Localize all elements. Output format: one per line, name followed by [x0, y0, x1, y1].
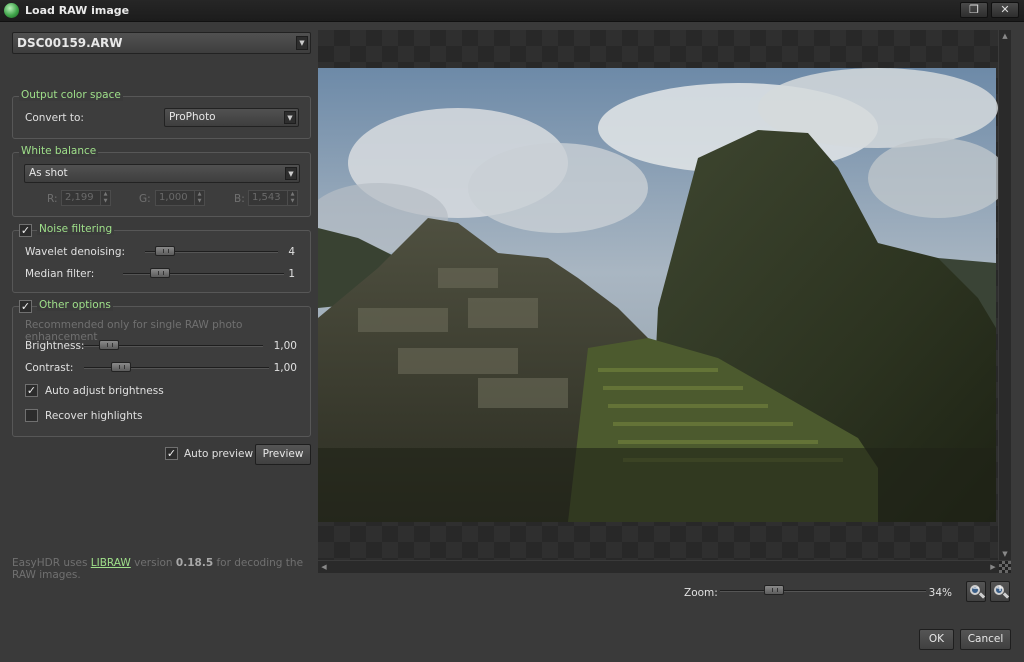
b-value: 1,543 — [252, 192, 281, 203]
scroll-down-icon[interactable]: ▼ — [999, 548, 1011, 560]
white-balance-title: White balance — [19, 145, 99, 157]
preview-horizontal-scrollbar[interactable]: ◀ ▶ — [318, 561, 999, 573]
spin-arrows-icon: ▲ ▼ — [194, 191, 204, 205]
chevron-down-icon: ▼ — [296, 36, 308, 50]
convert-to-label: Convert to: — [25, 112, 84, 124]
auto-adjust-brightness-checkbox[interactable]: ✓ — [25, 384, 38, 397]
other-options-checkbox[interactable]: ✓ — [19, 300, 32, 313]
median-filter-label: Median filter: — [25, 268, 95, 280]
restore-window-button[interactable]: ❐ — [960, 2, 988, 18]
spin-arrows-icon: ▲ ▼ — [287, 191, 297, 205]
color-space-value: ProPhoto — [169, 111, 216, 123]
zoom-label: Zoom: — [684, 587, 718, 599]
recover-highlights-checkbox[interactable] — [25, 409, 38, 422]
scroll-right-icon[interactable]: ▶ — [987, 561, 999, 573]
libraw-note: EasyHDR uses LIBRAW version 0.18.5 for d… — [12, 557, 304, 581]
scroll-left-icon[interactable]: ◀ — [318, 561, 330, 573]
preview-photo — [318, 68, 998, 522]
wavelet-denoising-slider[interactable] — [145, 246, 278, 256]
preview-button[interactable]: Preview — [255, 444, 311, 465]
auto-preview-checkbox[interactable]: ✓ — [165, 447, 178, 460]
libraw-version: 0.18.5 — [175, 557, 214, 569]
zoom-slider-thumb[interactable] — [764, 585, 784, 595]
b-spinbox[interactable]: 1,543 ▲ ▼ — [248, 190, 298, 206]
zoom-slider[interactable] — [720, 585, 926, 595]
other-options-group: ✓ Other options Recommended only for sin… — [12, 299, 311, 437]
zoom-value: 34% — [928, 587, 952, 599]
output-color-space-title: Output color space — [19, 89, 123, 101]
recover-highlights-label[interactable]: Recover highlights — [45, 410, 142, 422]
white-balance-mode-select[interactable]: As shot ▼ — [24, 164, 300, 183]
scroll-up-icon[interactable]: ▲ — [999, 30, 1011, 42]
noise-filtering-group: ✓ Noise filtering Wavelet denoising: 4 M… — [12, 223, 311, 293]
libraw-link[interactable]: LIBRAW — [91, 557, 131, 569]
color-space-select[interactable]: ProPhoto ▼ — [164, 108, 299, 127]
contrast-label: Contrast: — [25, 362, 74, 374]
resize-grip-icon[interactable] — [999, 561, 1011, 573]
white-balance-mode-value: As shot — [29, 167, 68, 179]
g-spinbox[interactable]: 1,000 ▲ ▼ — [155, 190, 205, 206]
image-preview-area[interactable] — [318, 30, 998, 560]
app-logo-icon — [4, 3, 19, 18]
close-window-button[interactable]: ✕ — [991, 2, 1019, 18]
r-spinbox[interactable]: 2,199 ▲ ▼ — [61, 190, 111, 206]
chevron-down-icon: ▼ — [284, 111, 296, 124]
brightness-slider[interactable] — [84, 340, 263, 350]
ok-button[interactable]: OK — [919, 629, 954, 650]
g-label: G: — [139, 193, 151, 205]
contrast-thumb[interactable] — [111, 362, 131, 372]
median-filter-thumb[interactable] — [150, 268, 170, 278]
preview-vertical-scrollbar[interactable]: ▲ ▼ — [999, 30, 1011, 560]
brightness-label: Brightness: — [25, 340, 85, 352]
title-bar: Load RAW image ❐ ✕ — [0, 0, 1024, 22]
wavelet-denoising-label: Wavelet denoising: — [25, 246, 126, 258]
auto-preview-label[interactable]: Auto preview — [184, 448, 253, 460]
window-title: Load RAW image — [25, 4, 130, 17]
noise-filtering-checkbox[interactable]: ✓ — [19, 224, 32, 237]
white-balance-group: White balance As shot ▼ R: 2,199 ▲ ▼ G: 1… — [12, 145, 311, 217]
median-filter-slider[interactable] — [123, 268, 284, 278]
wavelet-denoising-value: 4 — [288, 246, 295, 258]
noise-filtering-title: Noise filtering — [37, 223, 115, 235]
zoom-in-button[interactable]: + — [990, 581, 1010, 602]
output-color-space-group: Output color space Convert to: ProPhoto … — [12, 89, 311, 139]
b-label: B: — [234, 193, 245, 205]
median-filter-value: 1 — [288, 268, 295, 280]
auto-adjust-brightness-label[interactable]: Auto adjust brightness — [45, 385, 164, 397]
zoom-out-button[interactable]: − — [966, 581, 986, 602]
chevron-down-icon: ▼ — [285, 167, 297, 180]
r-value: 2,199 — [65, 192, 94, 203]
file-select[interactable]: DSC00159.ARW ▼ — [12, 32, 311, 54]
r-label: R: — [47, 193, 58, 205]
cancel-button[interactable]: Cancel — [960, 629, 1011, 650]
other-options-title: Other options — [37, 299, 113, 311]
spin-arrows-icon: ▲ ▼ — [100, 191, 110, 205]
brightness-value: 1,00 — [273, 340, 297, 352]
brightness-thumb[interactable] — [99, 340, 119, 350]
contrast-value: 1,00 — [273, 362, 297, 374]
contrast-slider[interactable] — [84, 362, 269, 372]
file-select-value: DSC00159.ARW — [17, 36, 123, 50]
g-value: 1,000 — [159, 192, 188, 203]
wavelet-denoising-thumb[interactable] — [155, 246, 175, 256]
